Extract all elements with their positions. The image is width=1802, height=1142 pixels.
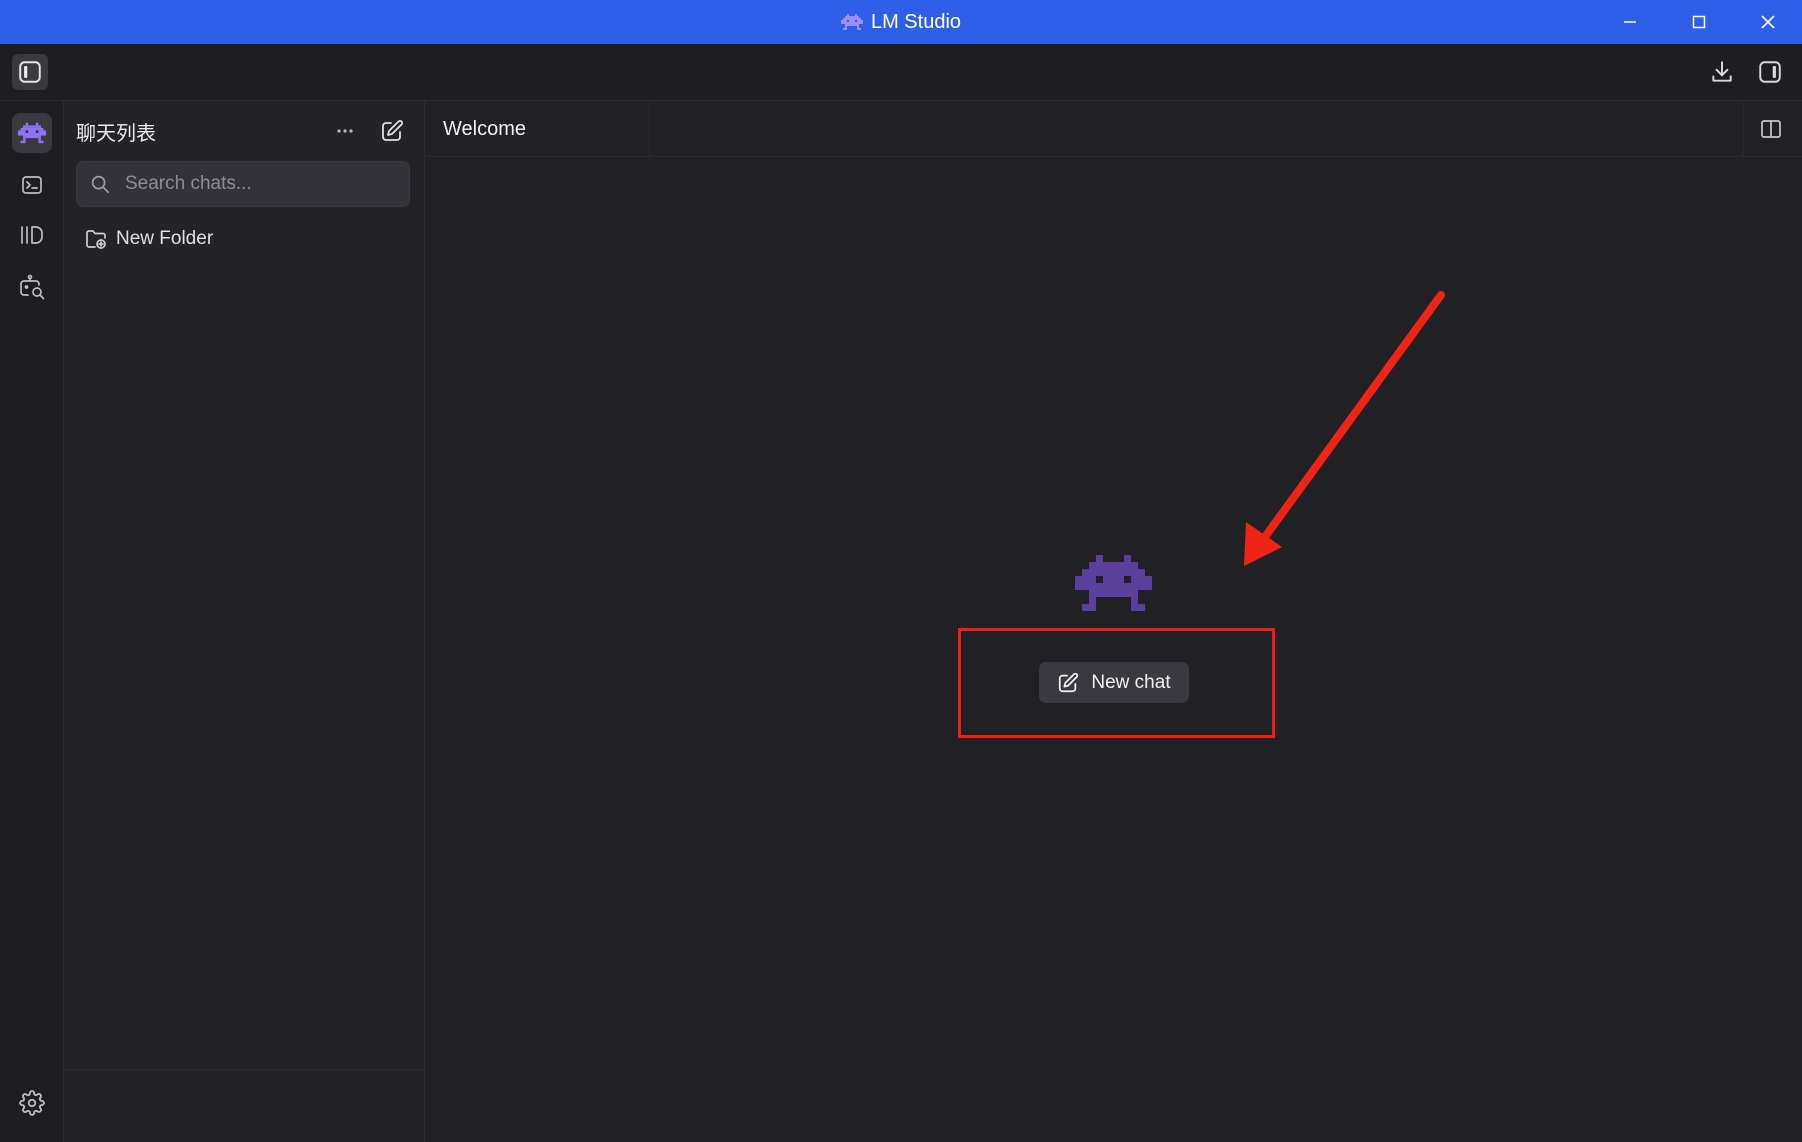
tab-bar: Welcome — [425, 101, 1802, 157]
close-button[interactable] — [1733, 0, 1802, 44]
rail-developer-button[interactable] — [12, 165, 52, 205]
search-box — [76, 161, 410, 207]
new-chat-edit-icon — [382, 120, 403, 141]
window-title: LM Studio — [870, 10, 962, 33]
rail-chat-button[interactable] — [12, 113, 52, 153]
search-icon — [89, 173, 113, 195]
toggle-sidebar-button[interactable] — [12, 54, 48, 90]
download-button[interactable] — [1704, 54, 1740, 90]
library-icon — [21, 226, 43, 244]
rail-settings-button[interactable] — [12, 1083, 52, 1123]
nav-rail — [0, 101, 64, 1142]
more-dots-icon — [337, 129, 353, 133]
chat-list-title: 聊天列表 — [76, 123, 156, 145]
split-view-button[interactable] — [1755, 115, 1787, 143]
chat-list-more-button[interactable] — [330, 117, 360, 145]
tab-welcome[interactable]: Welcome — [425, 101, 650, 157]
close-icon — [1760, 15, 1775, 29]
window-titlebar: LM Studio — [0, 0, 1802, 44]
lm-studio-logo-icon — [1075, 555, 1152, 611]
window-controls — [1595, 0, 1802, 44]
download-icon — [1712, 61, 1732, 82]
tabbar-divider — [1743, 101, 1744, 157]
toggle-right-panel-icon — [1759, 61, 1781, 83]
rail-discover-button[interactable] — [12, 267, 52, 307]
toggle-sidebar-icon — [19, 61, 41, 83]
new-chat-label: New chat — [1091, 671, 1171, 693]
edit-icon — [1059, 672, 1079, 692]
main-area: Welcome New chat — [425, 101, 1802, 1142]
toggle-right-panel-button[interactable] — [1752, 54, 1788, 90]
maximize-button[interactable] — [1664, 0, 1733, 44]
terminal-icon — [22, 176, 42, 194]
minimize-icon — [1623, 21, 1636, 23]
new-folder-label: New Folder — [116, 228, 214, 249]
chat-list-new-chat-button[interactable] — [376, 115, 408, 147]
new-chat-button[interactable]: New chat — [1039, 662, 1189, 703]
split-view-icon — [1761, 120, 1781, 138]
rail-library-button[interactable] — [12, 215, 52, 255]
new-folder-item[interactable]: New Folder — [84, 221, 213, 257]
lm-studio-logo-icon — [840, 14, 863, 30]
discover-search-icon — [20, 274, 45, 300]
window-title-group: LM Studio — [840, 10, 962, 34]
settings-gear-icon — [19, 1090, 45, 1116]
search-chats-input[interactable] — [123, 172, 387, 196]
chat-list-panel: 聊天列表 New Folder — [64, 101, 425, 1142]
chat-robot-icon — [18, 122, 46, 144]
maximize-icon — [1692, 15, 1705, 29]
new-folder-icon — [86, 230, 106, 249]
panel-divider — [64, 1069, 424, 1070]
top-toolbar — [0, 44, 1802, 101]
minimize-button[interactable] — [1595, 0, 1664, 44]
lm-studio-logo — [1075, 555, 1152, 616]
